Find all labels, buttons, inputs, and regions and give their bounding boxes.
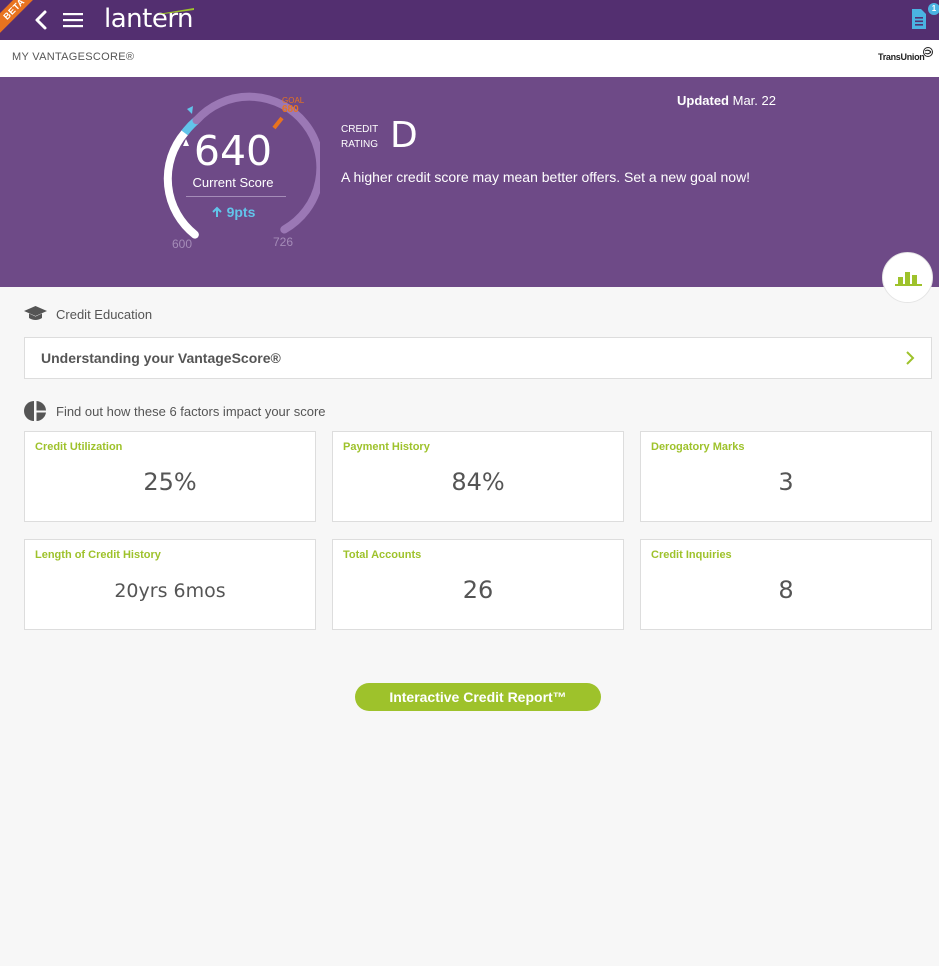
interactive-credit-report-button[interactable]: Interactive Credit Report™: [355, 683, 601, 711]
factor-credit-inquiries[interactable]: Credit Inquiries 8: [640, 539, 932, 630]
factor-credit-utilization[interactable]: Credit Utilization 25%: [24, 431, 316, 522]
factors-heading-text: Find out how these 6 factors impact your…: [56, 403, 326, 419]
goal-message[interactable]: A higher credit score may mean better of…: [341, 169, 750, 185]
arrow-up-icon: [211, 206, 222, 217]
factor-value: 25%: [143, 468, 197, 496]
factor-label: Length of Credit History: [35, 549, 161, 561]
factor-label: Derogatory Marks: [651, 441, 745, 453]
factor-value: 3: [778, 468, 794, 496]
current-score-label: Current Score: [192, 175, 274, 190]
document-icon: [912, 9, 926, 29]
rating-label-line1: CREDIT: [341, 124, 379, 135]
score-change: 9pts: [180, 204, 286, 220]
factor-value: 84%: [451, 468, 505, 496]
factors-heading: Find out how these 6 factors impact your…: [24, 400, 326, 422]
factor-value: 8: [778, 576, 794, 604]
pie-chart-icon: [24, 401, 46, 421]
goal-value: 680: [282, 104, 299, 115]
gauge-max: 726: [273, 235, 294, 249]
factor-value: 26: [462, 576, 494, 604]
transunion-mark-icon: [923, 47, 933, 57]
credit-rating: D: [390, 115, 418, 156]
factor-label: Total Accounts: [343, 549, 422, 561]
bar-chart-icon: [895, 272, 922, 286]
page-title: MY VANTAGESCORE®: [12, 51, 135, 63]
factor-label: Credit Inquiries: [651, 549, 732, 561]
transunion-logo: TransUnion: [878, 52, 925, 62]
current-score: 640: [193, 127, 273, 175]
credit-education-heading: Credit Education: [24, 304, 152, 324]
factor-derogatory-marks[interactable]: Derogatory Marks 3: [640, 431, 932, 522]
factor-value: 20yrs 6mos: [114, 580, 226, 602]
hamburger-menu-icon: [63, 13, 83, 28]
credit-rating-label: CREDIT RATING: [341, 122, 378, 152]
logo-accent-mark: [158, 8, 194, 14]
top-bar: BETA lantern 1: [0, 0, 939, 40]
factor-length-of-credit-history[interactable]: Length of Credit History 20yrs 6mos: [24, 539, 316, 630]
score-history-button[interactable]: [882, 252, 933, 303]
factor-label: Credit Utilization: [35, 441, 123, 453]
understanding-vantagescore-card[interactable]: Understanding your VantageScore®: [24, 337, 932, 379]
updated-label: Updated: [677, 93, 729, 108]
factor-total-accounts[interactable]: Total Accounts 26: [332, 539, 624, 630]
factor-payment-history[interactable]: Payment History 84%: [332, 431, 624, 522]
factor-label: Payment History: [343, 441, 430, 453]
back-icon: [35, 10, 47, 30]
updated-value: Mar. 22: [732, 93, 776, 108]
menu-button[interactable]: [63, 11, 85, 29]
gauge-min: 600: [172, 237, 193, 251]
score-divider: [186, 196, 286, 197]
updated-date: Updated Mar. 22: [677, 93, 776, 108]
rating-label-line2: RATING: [341, 139, 379, 150]
score-change-value: 9pts: [226, 204, 256, 220]
credit-education-text: Credit Education: [56, 306, 153, 322]
sub-header: MY VANTAGESCORE® TransUnion: [0, 40, 939, 77]
graduation-cap-icon: [24, 306, 47, 320]
notification-badge: 1: [928, 3, 939, 15]
chevron-right-icon: [906, 351, 915, 365]
score-panel: 640 Current Score 9pts 600 726 GOAL 680 …: [0, 77, 939, 287]
back-button[interactable]: [32, 8, 52, 32]
edu-card-title: Understanding your VantageScore®: [41, 350, 281, 366]
